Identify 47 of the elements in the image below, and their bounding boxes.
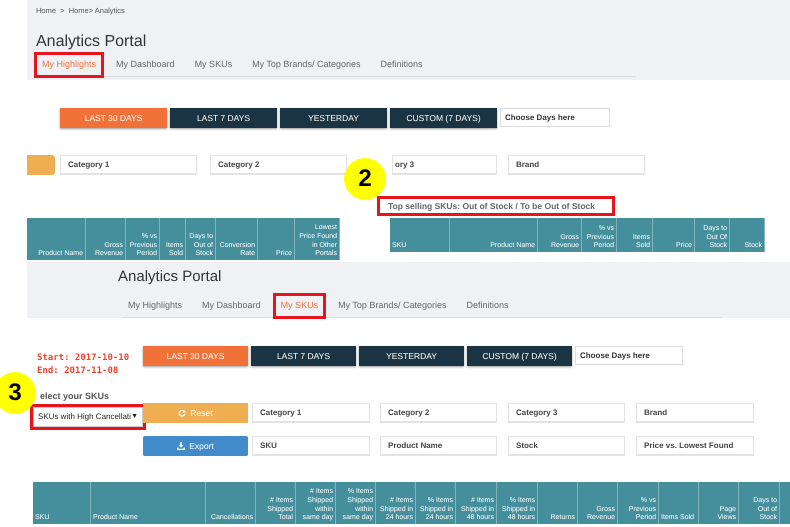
filter-field[interactable]: Category 2 — [380, 403, 497, 423]
date-range-text: Start: 2017-10-10 — [37, 352, 130, 365]
search-field[interactable]: Price vs. Lowest Found — [636, 436, 754, 456]
filter-field[interactable]: Category 1 — [252, 403, 370, 423]
step-number-marker: 3 — [0, 372, 36, 414]
dropdown-value: SKUs with High Cancellati — [38, 411, 131, 423]
period-button[interactable]: CUSTOM (7 DAYS) — [467, 346, 572, 366]
tab[interactable]: Definitions — [374, 54, 428, 76]
tab[interactable]: My Dashboard — [196, 295, 267, 316]
page-title: Analytics Portal — [118, 269, 222, 284]
filter-field[interactable]: ory 3 — [392, 155, 497, 175]
tab[interactable]: My Dashboard — [110, 54, 181, 76]
export-button[interactable]: Export — [143, 436, 248, 456]
days-field[interactable]: Choose Days here — [575, 346, 683, 365]
refresh-icon — [178, 409, 186, 417]
tab[interactable]: Definitions — [460, 295, 514, 316]
page-title: Analytics Portal — [36, 34, 148, 50]
filter-button[interactable] — [27, 155, 55, 175]
tab[interactable]: My Highlights — [122, 295, 188, 316]
tab[interactable]: My Top Brands/ Categories — [332, 295, 452, 316]
period-button[interactable]: YESTERDAY — [359, 346, 464, 366]
reset-button[interactable]: Reset — [143, 403, 248, 423]
days-field[interactable]: Choose Days here — [500, 108, 610, 127]
button-label: Export — [189, 440, 214, 452]
period-button[interactable]: LAST 7 DAYS — [251, 346, 356, 366]
tab[interactable]: My Highlights — [36, 54, 102, 76]
button-label: Reset — [190, 406, 213, 420]
period-button[interactable]: LAST 30 DAYS — [60, 108, 167, 128]
period-button[interactable]: CUSTOM (7 DAYS) — [390, 108, 497, 128]
period-button[interactable]: YESTERDAY — [280, 108, 387, 128]
search-field[interactable]: Product Name — [380, 436, 497, 456]
tab[interactable]: My SKUs — [188, 54, 238, 76]
period-button[interactable]: LAST 7 DAYS — [170, 108, 277, 128]
filter-field[interactable]: Brand — [636, 403, 754, 423]
filter-field[interactable]: Brand — [508, 155, 645, 175]
section-heading: Top selling SKUs: Out of Stock / To be Out of Stock — [377, 196, 615, 216]
download-icon — [177, 442, 186, 450]
filter-field[interactable]: Category 3 — [508, 403, 625, 423]
filter-field[interactable]: Category 1 — [60, 155, 197, 175]
search-field[interactable]: Stock — [508, 436, 625, 456]
period-button[interactable]: LAST 30 DAYS — [143, 346, 248, 366]
filter-field[interactable]: Category 2 — [210, 155, 347, 175]
search-field[interactable]: SKU — [252, 436, 370, 456]
tab[interactable]: My Top Brands/ Categories — [246, 54, 366, 76]
field-label: elect your SKUs — [39, 390, 110, 402]
tab[interactable]: My SKUs — [274, 295, 324, 316]
date-range-text: End: 2017-11-08 — [37, 365, 120, 378]
